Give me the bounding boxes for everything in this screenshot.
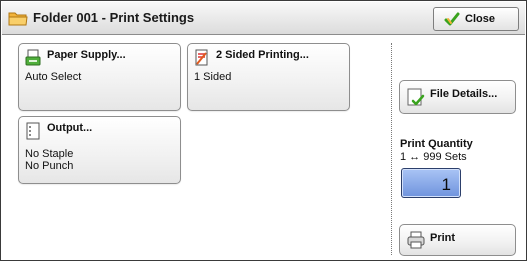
file-details-icon: [407, 88, 425, 106]
output-button[interactable]: Output... No Staple No Punch: [18, 116, 181, 184]
file-details-button[interactable]: File Details...: [399, 80, 516, 114]
output-value-punch: No Punch: [25, 160, 74, 172]
print-quantity-title: Print Quantity: [400, 138, 473, 150]
paper-supply-button[interactable]: Paper Supply... Auto Select: [18, 43, 181, 111]
paper-supply-label: Paper Supply...: [47, 49, 126, 61]
title-bar: Folder 001 - Print Settings Close: [2, 2, 525, 35]
print-label: Print: [430, 232, 456, 244]
print-settings-window: Folder 001 - Print Settings Close Paper …: [0, 0, 527, 261]
two-sided-printing-button[interactable]: 2 Sided Printing... 1 Sided: [187, 43, 350, 111]
duplex-page-icon: [195, 49, 208, 66]
output-label: Output...: [47, 122, 93, 134]
print-quantity-range: 1 ↔ 999 Sets: [400, 151, 467, 163]
paper-tray-icon: [25, 49, 41, 66]
print-quantity-field[interactable]: 1: [401, 168, 461, 198]
print-quantity-value: 1: [441, 175, 451, 194]
window-title: Folder 001 - Print Settings: [33, 10, 195, 25]
file-details-label: File Details...: [430, 88, 498, 100]
close-button[interactable]: Close: [433, 7, 519, 31]
output-page-icon: [26, 122, 40, 140]
printer-icon: [407, 231, 425, 249]
print-button[interactable]: Print: [399, 224, 516, 256]
folder-icon: [8, 12, 28, 26]
close-button-label: Close: [465, 13, 495, 25]
output-value-staple: No Staple: [25, 148, 74, 160]
two-sided-printing-label: 2 Sided Printing...: [216, 49, 309, 61]
checkmark-icon: [444, 12, 460, 26]
two-sided-printing-value: 1 Sided: [194, 71, 232, 83]
paper-supply-value: Auto Select: [25, 71, 82, 83]
panel-divider: [391, 43, 392, 255]
